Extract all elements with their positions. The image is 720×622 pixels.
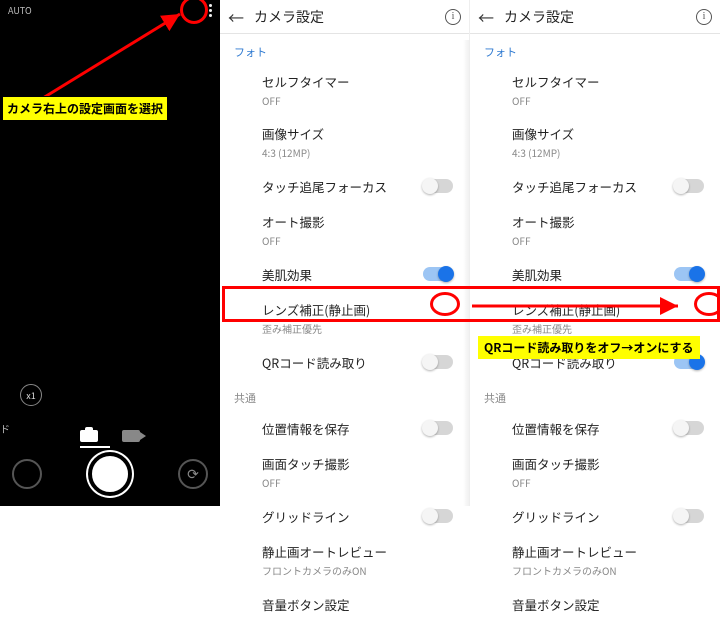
label: 美肌効果 (262, 265, 312, 284)
item-touch-track[interactable]: タッチ追尾フォーカス (470, 168, 720, 204)
label: レンズ補正(静止画) (262, 300, 370, 319)
item-auto-shot[interactable]: オート撮影 OFF (470, 204, 720, 256)
label: 画面タッチ撮影 (262, 454, 350, 473)
sublabel: OFF (512, 93, 600, 108)
settings-title: カメラ設定 (504, 7, 686, 27)
sublabel: フロントカメラのみON (512, 563, 637, 578)
video-mode-icon[interactable] (122, 430, 140, 442)
toggle-touch-track[interactable] (423, 179, 453, 193)
label: グリッドライン (512, 507, 600, 526)
item-beauty[interactable]: 美肌効果 (470, 256, 720, 292)
label: 画像サイズ (512, 124, 574, 143)
item-auto-shot[interactable]: オート撮影 OFF (220, 204, 469, 256)
toggle-beauty[interactable] (674, 267, 704, 281)
item-touch-track[interactable]: タッチ追尾フォーカス (220, 168, 469, 204)
item-touch-shot[interactable]: 画面タッチ撮影 OFF (470, 446, 720, 498)
section-common-label: 共通 (220, 380, 469, 410)
item-beauty[interactable]: 美肌効果 (220, 256, 469, 292)
item-qr[interactable]: QRコード読み取り (470, 344, 720, 380)
toggle-grid[interactable] (674, 509, 704, 523)
camera-screen: AUTO カメラ右上の設定画面を選択 x1 ド ⟳ (0, 0, 220, 506)
settings-title: カメラ設定 (254, 7, 435, 27)
label: レンズ補正(静止画) (512, 300, 620, 319)
toggle-geotag[interactable] (423, 421, 453, 435)
label: 静止画オートレビュー (512, 542, 637, 561)
item-cutoff[interactable]: 音量ボタン設定 (220, 586, 469, 622)
sublabel: OFF (262, 93, 350, 108)
item-geotag[interactable]: 位置情報を保存 (220, 410, 469, 446)
item-grid[interactable]: グリッドライン (470, 498, 720, 534)
sublabel: OFF (262, 475, 350, 490)
camera-mode-auto: AUTO (8, 4, 32, 17)
item-image-size[interactable]: 画像サイズ 4:3 (12MP) (220, 116, 469, 168)
label: タッチ追尾フォーカス (512, 177, 637, 196)
label: 美肌効果 (512, 265, 562, 284)
annotation-callout-top: カメラ右上の設定画面を選択 (2, 96, 168, 121)
label: QRコード読み取り (262, 353, 367, 372)
sublabel: OFF (512, 233, 575, 248)
sublabel: OFF (262, 233, 325, 248)
item-self-timer[interactable]: セルフタイマー OFF (470, 64, 720, 116)
label: 位置情報を保存 (512, 419, 600, 438)
item-geotag[interactable]: 位置情報を保存 (470, 410, 720, 446)
label: 音量ボタン設定 (262, 595, 350, 614)
info-icon[interactable]: i (696, 9, 712, 25)
sublabel: 4:3 (12MP) (262, 145, 324, 160)
toggle-qr[interactable] (674, 355, 704, 369)
toggle-qr[interactable] (423, 355, 453, 369)
label: 静止画オートレビュー (262, 542, 387, 561)
back-icon[interactable]: ← (228, 5, 244, 29)
settings-screen-after: ← カメラ設定 i フォト セルフタイマー OFF 画像サイズ 4:3 (12M… (470, 0, 720, 506)
back-icon[interactable]: ← (478, 5, 494, 29)
info-icon[interactable]: i (445, 9, 461, 25)
toggle-geotag[interactable] (674, 421, 704, 435)
label: セルフタイマー (512, 72, 600, 91)
section-common-label: 共通 (470, 380, 720, 410)
sublabel: 4:3 (12MP) (512, 145, 574, 160)
item-lens-correction[interactable]: レンズ補正(静止画) 歪み補正優先 (470, 292, 720, 344)
item-grid[interactable]: グリッドライン (220, 498, 469, 534)
sublabel: フロントカメラのみON (262, 563, 387, 578)
shutter-button[interactable] (88, 452, 132, 496)
toggle-touch-track[interactable] (674, 179, 704, 193)
photo-mode-icon[interactable] (80, 430, 98, 442)
item-autoreview[interactable]: 静止画オートレビュー フロントカメラのみON (220, 534, 469, 586)
mode-indicator (80, 446, 110, 448)
sublabel: OFF (512, 475, 600, 490)
item-self-timer[interactable]: セルフタイマー OFF (220, 64, 469, 116)
toggle-beauty[interactable] (423, 267, 453, 281)
label: セルフタイマー (262, 72, 350, 91)
item-qr[interactable]: QRコード読み取り (220, 344, 469, 380)
section-photo-label: フォト (470, 34, 720, 64)
toggle-grid[interactable] (423, 509, 453, 523)
item-autoreview[interactable]: 静止画オートレビュー フロントカメラのみON (470, 534, 720, 586)
item-image-size[interactable]: 画像サイズ 4:3 (12MP) (470, 116, 720, 168)
sublabel: 歪み補正優先 (512, 321, 620, 336)
label: オート撮影 (262, 212, 325, 231)
settings-screen-before: ← カメラ設定 i フォト セルフタイマー OFF 画像サイズ 4:3 (12M… (220, 0, 470, 506)
label: グリッドライン (262, 507, 350, 526)
item-touch-shot[interactable]: 画面タッチ撮影 OFF (220, 446, 469, 498)
sublabel: 歪み補正優先 (262, 321, 370, 336)
annotation-arrow-top (10, 8, 200, 108)
label: 位置情報を保存 (262, 419, 350, 438)
switch-camera-icon[interactable]: ⟳ (178, 459, 208, 489)
gallery-thumbnail[interactable] (12, 459, 42, 489)
label: タッチ追尾フォーカス (262, 177, 387, 196)
label: 画像サイズ (262, 124, 324, 143)
label: 音量ボタン設定 (512, 595, 600, 614)
item-cutoff[interactable]: 音量ボタン設定 (470, 586, 720, 622)
label: QRコード読み取り (512, 353, 617, 372)
label: 画面タッチ撮影 (512, 454, 600, 473)
camera-settings-icon[interactable] (209, 4, 212, 17)
label: オート撮影 (512, 212, 575, 231)
item-lens-correction[interactable]: レンズ補正(静止画) 歪み補正優先 (220, 292, 469, 344)
zoom-badge[interactable]: x1 (20, 384, 42, 406)
section-photo-label: フォト (220, 34, 469, 64)
